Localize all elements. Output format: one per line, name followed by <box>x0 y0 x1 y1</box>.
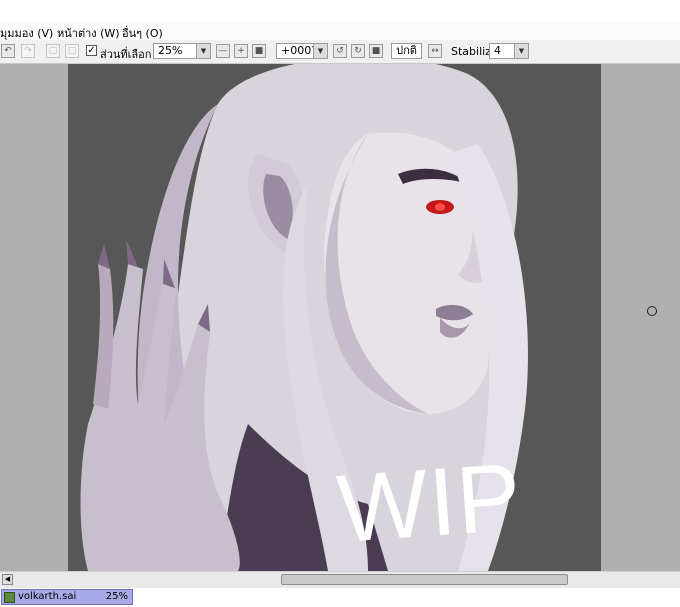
scroll-left-button[interactable]: ◀ <box>2 574 13 585</box>
undo-button[interactable]: ↶ <box>1 44 15 58</box>
redo-button[interactable]: ↷ <box>21 44 35 58</box>
artwork-canvas[interactable]: WIP <box>68 64 601 571</box>
rotate-ccw-icon: ↺ <box>336 45 344 56</box>
reset-icon: ■ <box>371 45 381 56</box>
wip-overlay-text: WIP <box>333 443 526 563</box>
zoom-value: 25% <box>158 44 183 57</box>
normal-label: ปกติ <box>396 44 417 57</box>
normal-button[interactable]: ปกติ <box>391 43 422 59</box>
document-tab[interactable]: volkarth.sai 25% <box>1 589 133 605</box>
chevron-down-icon: ▼ <box>514 44 528 58</box>
chevron-left-icon: ◀ <box>4 575 11 583</box>
invert-selection-icon: □ <box>67 45 77 56</box>
document-tab-bar: volkarth.sai 25% <box>0 588 680 607</box>
zoom-reset-button[interactable]: ■ <box>252 44 266 58</box>
stabilize-select[interactable]: 4 ▼ <box>489 43 529 59</box>
reset-icon: ■ <box>254 45 264 56</box>
scrollbar-thumb[interactable] <box>281 574 568 585</box>
sai-file-icon <box>4 592 15 603</box>
zoom-out-button[interactable]: — <box>216 44 230 58</box>
minus-icon: — <box>218 45 228 56</box>
chevron-down-icon: ▼ <box>313 44 327 58</box>
document-zoom: 25% <box>105 591 128 602</box>
selection-checkbox[interactable]: ✓ <box>86 45 97 56</box>
stabilize-value: 4 <box>494 44 501 57</box>
brush-cursor <box>647 306 657 316</box>
invert-selection-button[interactable]: □ <box>65 44 79 58</box>
flip-horizontal-button[interactable]: ↔ <box>428 44 442 58</box>
redo-icon: ↷ <box>24 45 32 56</box>
rotation-reset-button[interactable]: ■ <box>369 44 383 58</box>
zoom-in-button[interactable]: + <box>234 44 248 58</box>
deselect-button[interactable]: □ <box>46 44 60 58</box>
rotate-cw-button[interactable]: ↻ <box>351 44 365 58</box>
selection-label: ส่วนที่เลือก <box>100 48 152 61</box>
deselect-icon: □ <box>48 45 58 56</box>
toolbar: ↶ ↷ □ □ ✓ ส่วนที่เลือก 25% ▼ — + ■ +000?… <box>0 40 680 64</box>
flip-icon: ↔ <box>431 45 439 56</box>
horizontal-scrollbar[interactable]: ◀ <box>0 571 680 588</box>
plus-icon: + <box>237 45 245 56</box>
rotate-cw-icon: ↻ <box>354 45 362 56</box>
zoom-select[interactable]: 25% ▼ <box>153 43 211 59</box>
rotation-value: +000? <box>281 44 318 57</box>
canvas-workspace[interactable]: WIP <box>0 64 680 571</box>
document-filename: volkarth.sai <box>18 591 77 602</box>
undo-icon: ↶ <box>4 45 12 56</box>
chevron-down-icon: ▼ <box>196 44 210 58</box>
rotate-ccw-button[interactable]: ↺ <box>333 44 347 58</box>
rotation-select[interactable]: +000? ▼ <box>276 43 328 59</box>
menu-bar: มุมมอง (V) หน้าต่าง (W) อื่นๆ (O) <box>0 22 680 40</box>
